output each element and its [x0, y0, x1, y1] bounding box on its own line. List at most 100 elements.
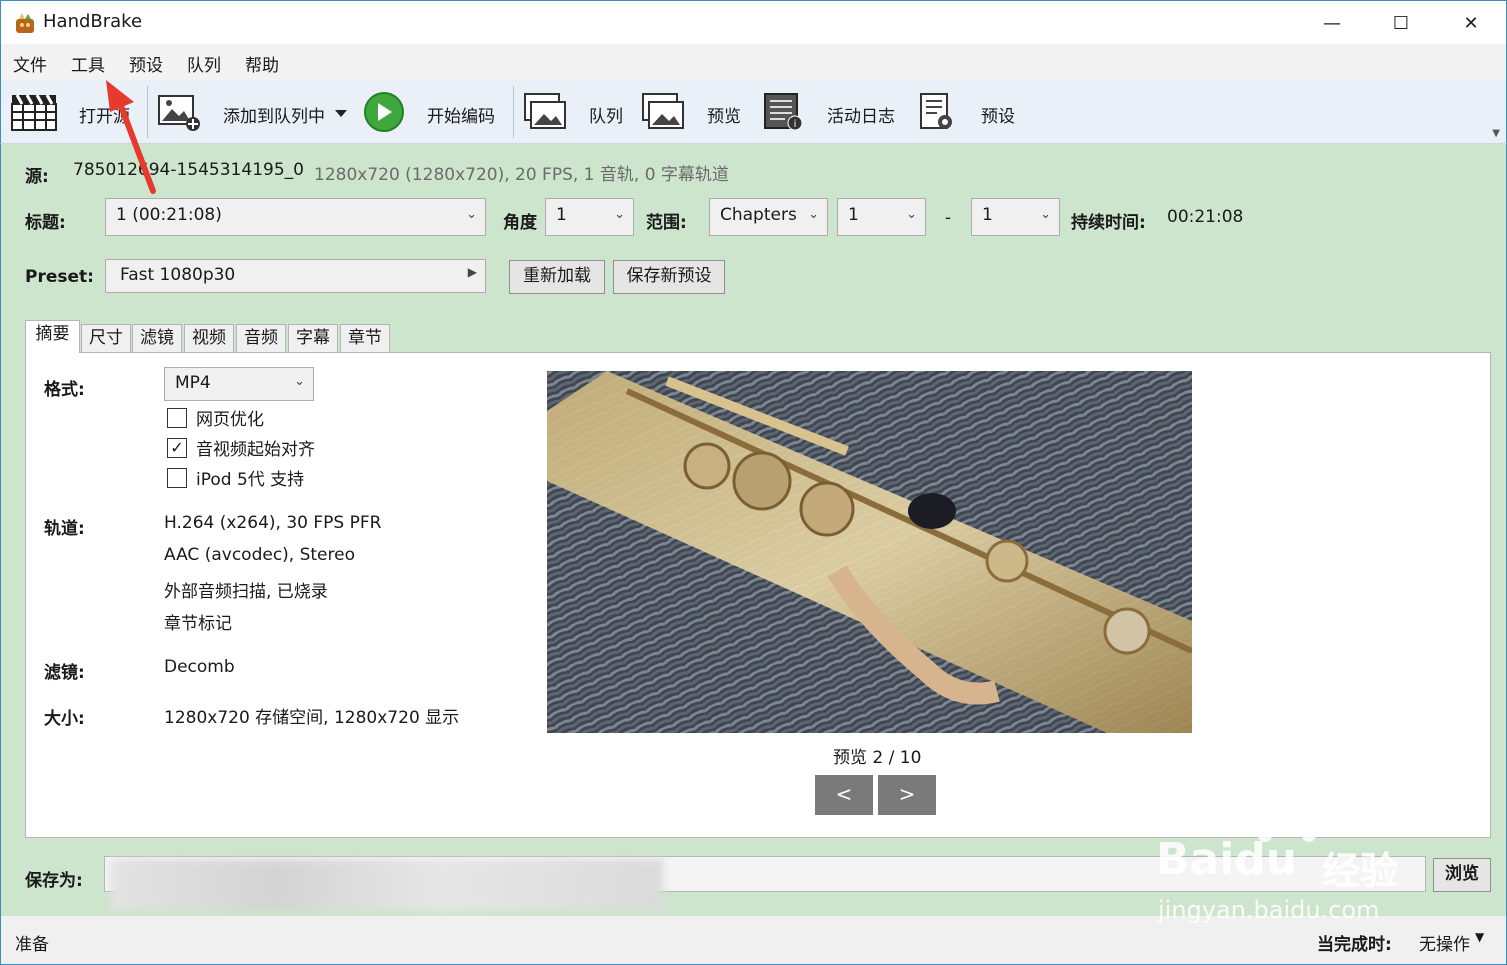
duration-label: 持续时间: [1071, 213, 1146, 233]
menu-presets[interactable]: 预设 [129, 51, 163, 76]
when-done-value[interactable]: 无操作 [1419, 930, 1470, 955]
chevron-down-icon: ⌄ [906, 207, 917, 222]
tab-audio[interactable]: 音频 [236, 324, 286, 352]
clapperboard-icon [11, 94, 57, 131]
caret-down-icon[interactable]: ▼ [1475, 930, 1484, 944]
dropdown-arrow-icon[interactable] [335, 110, 347, 118]
chevron-down-icon: ⌄ [294, 374, 305, 389]
when-done-label: 当完成时: [1317, 935, 1392, 955]
queue-label: 队列 [589, 107, 623, 127]
preview-image [547, 371, 1192, 733]
maximize-button[interactable]: ☐ [1367, 1, 1435, 45]
web-optimize-checkbox[interactable] [167, 408, 187, 428]
chevron-down-icon: ⌄ [1040, 207, 1051, 222]
toolbar-overflow-icon[interactable]: ▼ [1492, 128, 1500, 139]
source-label: 源: [25, 167, 49, 187]
start-encode-label: 开始编码 [427, 107, 495, 127]
close-button[interactable]: ✕ [1437, 1, 1505, 45]
tab-filters[interactable]: 滤镜 [132, 324, 182, 352]
track-subtitle-scan: 外部音频扫描, 已烧录 [164, 582, 328, 602]
handbrake-app-icon [16, 13, 34, 33]
chevron-down-icon: ⌄ [466, 207, 477, 222]
tab-summary[interactable]: 摘要 [25, 320, 80, 353]
filters-label: 滤镜: [44, 663, 85, 683]
align-av-checkbox[interactable]: ✓ [167, 438, 187, 458]
activity-log-label: 活动日志 [827, 107, 895, 127]
preview-next-button[interactable]: > [878, 775, 936, 815]
range-dash: - [945, 208, 952, 228]
angle-label: 角度 [503, 213, 537, 233]
ipod-support-checkbox[interactable] [167, 468, 187, 488]
summary-panel: 格式: MP4 ⌄ 网页优化 ✓ 音视频起始对齐 iPod 5代 支持 轨道: … [25, 352, 1491, 838]
checkmark-icon: ✓ [170, 438, 184, 457]
presets-label: 预设 [981, 107, 1015, 127]
queue-pictures-icon [524, 93, 566, 129]
track-audio: AAC (avcodec), Stereo [164, 545, 355, 565]
preview-prev-button[interactable]: < [815, 775, 873, 815]
preview-label: 预览 [707, 107, 741, 127]
title-select[interactable]: 1 (00:21:08) ⌄ [105, 198, 486, 236]
save-new-preset-button[interactable]: 保存新预设 [613, 260, 725, 294]
minimize-icon: — [1323, 12, 1341, 34]
chevron-down-icon: ⌄ [808, 207, 819, 222]
format-select[interactable]: MP4 ⌄ [164, 367, 314, 401]
tab-dimensions[interactable]: 尺寸 [81, 324, 131, 352]
save-as-label: 保存为: [25, 871, 83, 891]
angle-select-value: 1 [556, 205, 567, 225]
tab-video[interactable]: 视频 [184, 324, 234, 352]
play-icon [364, 92, 404, 132]
chevron-right-icon: ▶ [467, 265, 477, 279]
filters-value: Decomb [164, 657, 235, 677]
save-path-input[interactable] [104, 856, 1426, 911]
activity-log-icon: i [764, 93, 803, 131]
presets-gear-icon [920, 93, 952, 129]
format-select-value: MP4 [175, 373, 211, 393]
title-bar: HandBrake — ☐ ✕ [0, 0, 1507, 44]
preset-select-value: Fast 1080p30 [120, 265, 236, 285]
menu-tools[interactable]: 工具 [71, 51, 105, 76]
preset-select[interactable]: Fast 1080p30 ▶ [105, 259, 486, 293]
size-value: 1280x720 存储空间, 1280x720 显示 [164, 708, 460, 728]
status-bar: 准备 当完成时: 无操作 ▼ [0, 916, 1507, 965]
title-select-value: 1 (00:21:08) [116, 205, 222, 225]
toolbar-separator [513, 86, 514, 138]
add-to-queue-label: 添加到队列中 [223, 107, 325, 127]
tab-chapters[interactable]: 章节 [340, 324, 390, 352]
menu-queue[interactable]: 队列 [187, 51, 221, 76]
track-video: H.264 (x264), 30 FPS PFR [164, 513, 382, 533]
maximize-icon: ☐ [1392, 12, 1410, 34]
toolbar: 打开源 添加到队列中 开始编码 队列 预览 i 活动日志 预设 ▼ [0, 80, 1507, 144]
range-type-select[interactable]: Chapters ⌄ [709, 198, 828, 236]
status-text: 准备 [15, 935, 49, 955]
tab-subtitles[interactable]: 字幕 [288, 324, 338, 352]
blurred-path [111, 859, 663, 911]
tracks-label: 轨道: [44, 519, 85, 539]
source-info: 1280x720 (1280x720), 20 FPS, 1 音轨, 0 字幕轨… [314, 165, 729, 185]
range-end-value: 1 [982, 205, 993, 225]
range-type-value: Chapters [720, 205, 797, 225]
preview-caption: 预览 2 / 10 [833, 748, 922, 768]
window-title: HandBrake [43, 11, 143, 32]
menu-bar: 文件 工具 预设 队列 帮助 [0, 44, 1507, 80]
browse-button[interactable]: 浏览 [1433, 858, 1491, 892]
reload-preset-button[interactable]: 重新加载 [509, 260, 605, 294]
close-icon: ✕ [1463, 12, 1479, 34]
minimize-button[interactable]: — [1298, 1, 1366, 45]
duration-value: 00:21:08 [1167, 207, 1244, 227]
align-av-label: 音视频起始对齐 [196, 440, 315, 460]
angle-select[interactable]: 1 ⌄ [545, 198, 634, 236]
range-start-value: 1 [848, 205, 859, 225]
range-start-select[interactable]: 1 ⌄ [837, 198, 926, 236]
menu-file[interactable]: 文件 [13, 51, 47, 76]
range-end-select[interactable]: 1 ⌄ [971, 198, 1060, 236]
web-optimize-label: 网页优化 [196, 410, 264, 430]
red-arrow-icon [106, 80, 156, 194]
size-label: 大小: [44, 709, 85, 729]
range-label: 范围: [646, 213, 687, 233]
svg-text:i: i [794, 119, 797, 130]
track-chapters: 章节标记 [164, 614, 232, 634]
menu-help[interactable]: 帮助 [245, 51, 279, 76]
format-label: 格式: [44, 380, 85, 400]
title-label: 标题: [25, 213, 66, 233]
ipod-support-label: iPod 5代 支持 [196, 470, 305, 490]
